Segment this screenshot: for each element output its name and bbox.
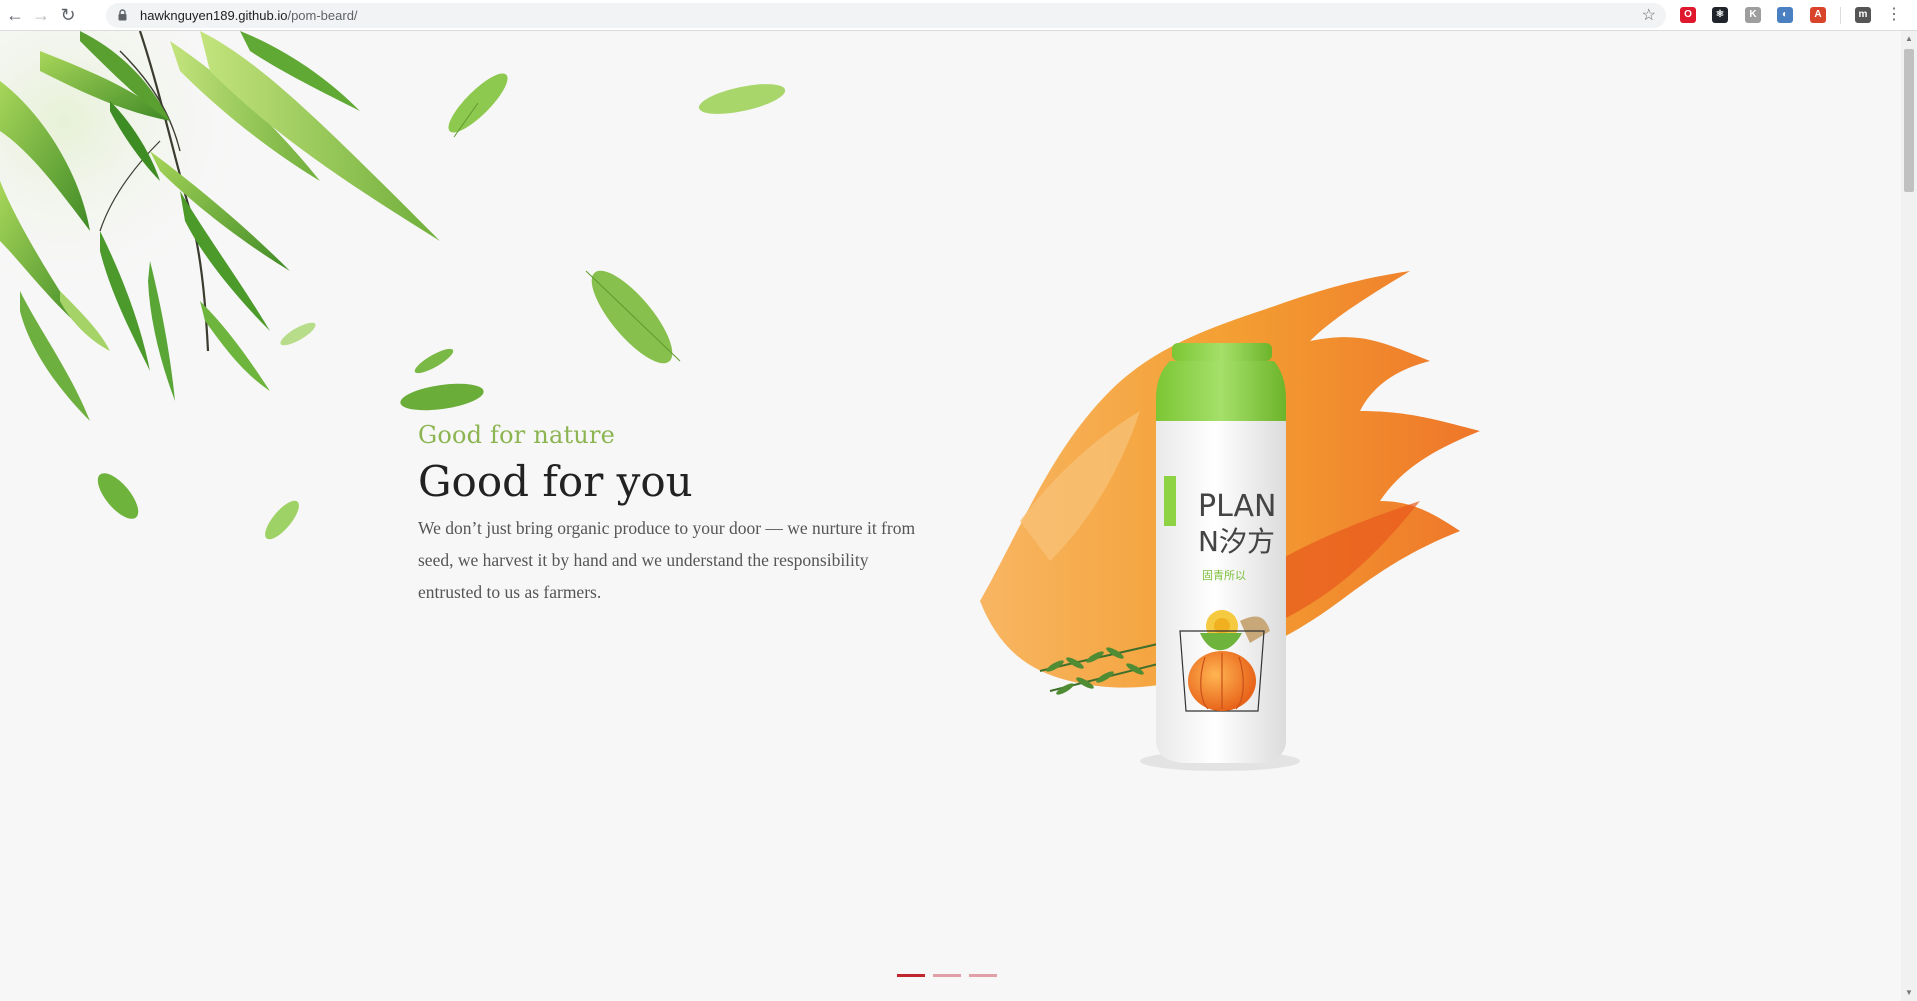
bottle-brand-line-1: PLAN	[1198, 489, 1276, 524]
forward-button[interactable]: →	[29, 4, 53, 26]
browser-menu-button[interactable]: ⋮	[1886, 4, 1902, 26]
back-button[interactable]: ←	[3, 4, 27, 26]
reload-icon: ↻	[60, 5, 76, 25]
meta-extension-icon[interactable]: m	[1855, 7, 1871, 23]
bottle-side-label	[1164, 476, 1176, 526]
scroll-thumb[interactable]	[1904, 49, 1914, 192]
arrow-right-icon: →	[32, 5, 50, 25]
scroll-up-arrow-icon[interactable]: ▲	[1901, 31, 1917, 47]
more-vertical-icon: ⋮	[1886, 6, 1902, 23]
k-extension-icon[interactable]: K	[1745, 7, 1761, 23]
react-devtools-icon[interactable]: ⚛	[1712, 7, 1728, 23]
bookmark-star-icon[interactable]: ☆	[1642, 3, 1656, 28]
address-bar[interactable]: hawknguyen189.github.io/pom-beard/ ☆	[106, 3, 1666, 28]
adblock-extension-icon[interactable]: A	[1810, 7, 1826, 23]
browser-toolbar: ← → ↻ hawknguyen189.github.io/pom-beard/…	[0, 0, 1917, 31]
hero-subtitle: Good for nature	[418, 421, 616, 449]
juice-bottle-image: PLAN N汐方 固青所以	[980, 271, 1480, 771]
arrow-left-icon: ←	[6, 5, 24, 25]
hero-title: Good for you	[418, 457, 693, 506]
compass-extension-icon[interactable]: ◐	[1777, 7, 1793, 23]
page-viewport: Good for nature Good for you We don’t ju…	[0, 31, 1901, 1001]
hero-text-block: Good for nature Good for you We don’t ju…	[418, 421, 938, 608]
opera-extension-icon[interactable]: O	[1680, 7, 1696, 23]
carousel-dot-3[interactable]	[969, 974, 997, 977]
carousel-dot-2[interactable]	[933, 974, 961, 977]
carousel-dot-1[interactable]	[897, 974, 925, 977]
lock-icon	[118, 9, 127, 21]
bottle-brand-line-2: N汐方	[1198, 525, 1275, 558]
scroll-down-arrow-icon[interactable]: ▼	[1901, 985, 1917, 1001]
reload-button[interactable]: ↻	[56, 4, 80, 26]
url-path: /pom-beard/	[287, 8, 358, 23]
bottle-tagline: 固青所以	[1202, 569, 1246, 582]
url-host: hawknguyen189.github.io	[140, 8, 288, 23]
page-scrollbar[interactable]: ▲ ▼	[1901, 31, 1917, 1001]
toolbar-divider	[1840, 7, 1841, 24]
url-text: hawknguyen189.github.io/pom-beard/	[140, 3, 358, 28]
hero-description: We don’t just bring organic produce to y…	[418, 518, 916, 602]
